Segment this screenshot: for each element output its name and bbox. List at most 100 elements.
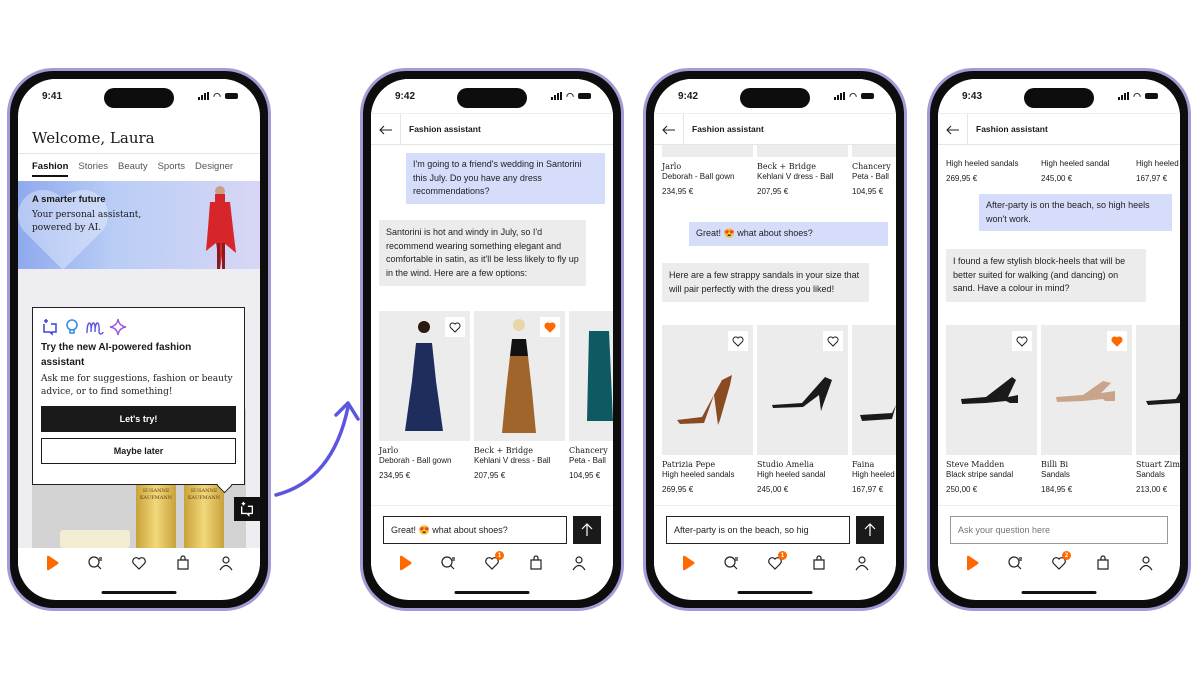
tab-profile[interactable] xyxy=(215,552,237,574)
message-input[interactable] xyxy=(950,516,1168,544)
assistant-fab-button[interactable] xyxy=(234,497,260,521)
product-name: Sandals xyxy=(1041,470,1070,479)
tab-wishlist[interactable]: 2 xyxy=(1048,551,1071,574)
message-input[interactable]: After-party is on the beach, so hig xyxy=(666,516,850,544)
tab-bag[interactable] xyxy=(525,552,547,574)
maybe-later-button[interactable]: Maybe later xyxy=(41,438,236,465)
lets-try-button[interactable]: Let's try! xyxy=(41,406,236,433)
tab-wishlist[interactable]: 1 xyxy=(764,551,787,574)
back-button[interactable] xyxy=(371,114,401,145)
tab-profile[interactable] xyxy=(851,552,873,574)
chat-header: Fashion assistant xyxy=(371,113,613,145)
product-card[interactable]: .High heeled167,97 € xyxy=(1136,145,1180,183)
product-brand: Patrizia Pepe xyxy=(662,460,716,469)
status-time: 9:43 xyxy=(962,90,983,102)
favorite-button[interactable] xyxy=(823,331,843,351)
tab-home[interactable] xyxy=(41,552,63,574)
tab-home[interactable] xyxy=(961,552,983,574)
previous-product-carousel: Jarlo Deborah - Ball gown 234,95 € Beck + … xyxy=(662,145,896,196)
product-image xyxy=(1041,325,1132,455)
product-price: 213,00 € xyxy=(1136,485,1168,494)
message-composer: Great! 😍 what about shoes? xyxy=(383,516,601,544)
product-name: Deborah - Ball gown xyxy=(379,456,452,465)
tab-home[interactable] xyxy=(394,552,416,574)
tab-wishlist[interactable] xyxy=(128,552,150,574)
heart-filled-icon xyxy=(1111,336,1123,347)
product-card[interactable]: Chancery Peta - Ball 104,95 € xyxy=(852,145,896,196)
tab-search[interactable] xyxy=(84,552,106,574)
product-image xyxy=(852,325,896,455)
product-price: 269,95 € xyxy=(946,174,978,183)
tab-profile[interactable] xyxy=(1135,552,1157,574)
status-time: 9:42 xyxy=(678,90,699,102)
tab-wishlist[interactable]: 1 xyxy=(481,551,504,574)
back-button[interactable] xyxy=(938,114,968,145)
favorite-button[interactable] xyxy=(540,317,560,337)
user-message: After-party is on the beach, so high hee… xyxy=(979,194,1172,231)
tab-bag[interactable] xyxy=(1092,552,1114,574)
chat-title: Fashion assistant xyxy=(976,124,1048,134)
product-card[interactable]: Patrizia Pepe High heeled sandals 269,95… xyxy=(662,325,753,494)
arrow-up-icon xyxy=(581,523,593,536)
hero-banner[interactable]: A smarter future Your personal assistant… xyxy=(18,181,260,269)
tab-search[interactable] xyxy=(437,552,459,574)
chat-screen: 9:42 ◠ Fashion assistant I'm going to a … xyxy=(371,79,613,600)
product-image xyxy=(946,325,1037,455)
bag-icon xyxy=(812,555,825,570)
battery-icon xyxy=(225,93,238,99)
tab-search[interactable] xyxy=(1004,552,1026,574)
tab-bag[interactable] xyxy=(808,552,830,574)
wifi-icon: ◠ xyxy=(566,90,574,101)
profile-icon xyxy=(855,556,869,571)
tab-profile[interactable] xyxy=(568,552,590,574)
product-card[interactable]: Studio Amelia High heeled sandal 245,00 … xyxy=(757,325,848,494)
product-card[interactable]: Billi Bi Sandals 184,95 € xyxy=(1041,325,1132,494)
product-card[interactable]: .High heeled sandal245,00 € xyxy=(1041,145,1132,183)
product-image xyxy=(852,145,896,157)
product-card[interactable]: Beck + Bridge Kehlani V dress - Ball 207… xyxy=(474,311,565,480)
send-button[interactable] xyxy=(573,516,601,544)
product-price: 250,00 € xyxy=(946,485,978,494)
heart-icon xyxy=(132,557,146,570)
product-name: High heeled xyxy=(852,470,895,479)
product-price: 234,95 € xyxy=(662,187,694,196)
product-price: 207,95 € xyxy=(757,187,789,196)
product-card[interactable]: Jarlo Deborah - Ball gown 234,95 € xyxy=(379,311,470,480)
product-card[interactable]: .High heeled sandals269,95 € xyxy=(946,145,1037,183)
favorite-button[interactable] xyxy=(728,331,748,351)
favorite-button[interactable] xyxy=(445,317,465,337)
product-card[interactable]: Faina High heeled 167,97 € xyxy=(852,325,896,494)
product-image xyxy=(474,311,565,441)
user-message: I'm going to a friend's wedding in Santo… xyxy=(406,153,605,204)
tab-stories[interactable]: Stories xyxy=(78,161,108,177)
tab-designer[interactable]: Designer xyxy=(195,161,233,177)
tab-beauty[interactable]: Beauty xyxy=(118,161,148,177)
message-input[interactable]: Great! 😍 what about shoes? xyxy=(383,516,567,544)
tab-bag[interactable] xyxy=(172,552,194,574)
product-card[interactable]: Chancery Peta - Ball 104,95 € xyxy=(569,311,613,480)
product-price: 234,95 € xyxy=(379,471,411,480)
favorite-button[interactable] xyxy=(1107,331,1127,351)
back-button[interactable] xyxy=(654,114,684,145)
tab-sports[interactable]: Sports xyxy=(158,161,185,177)
product-card[interactable]: Beck + Bridge Kehlani V dress - Ball 207,9… xyxy=(757,145,848,196)
product-carousel: Patrizia Pepe High heeled sandals 269,95… xyxy=(662,325,896,494)
product-card[interactable]: Steve Madden Black stripe sandal 250,00 … xyxy=(946,325,1037,494)
arrow-left-icon xyxy=(945,125,959,134)
model-image xyxy=(206,186,236,269)
signal-icon xyxy=(1118,92,1130,100)
bag-icon xyxy=(529,555,542,570)
tab-search[interactable] xyxy=(720,552,742,574)
wishlist-badge: 1 xyxy=(494,551,504,560)
tab-fashion[interactable]: Fashion xyxy=(32,161,69,177)
product-card[interactable]: Stuart Zim Sandals 213,00 € xyxy=(1136,325,1180,494)
favorite-button[interactable] xyxy=(1012,331,1032,351)
welcome-heading: Welcome, Laura xyxy=(32,129,155,147)
product-card[interactable]: Jarlo Deborah - Ball gown 234,95 € xyxy=(662,145,753,196)
product-image xyxy=(662,325,753,455)
sandal-image xyxy=(1146,392,1180,405)
product-price: 245,00 € xyxy=(1041,174,1073,183)
tab-home[interactable] xyxy=(677,552,699,574)
send-button[interactable] xyxy=(856,516,884,544)
product-image xyxy=(662,145,753,157)
